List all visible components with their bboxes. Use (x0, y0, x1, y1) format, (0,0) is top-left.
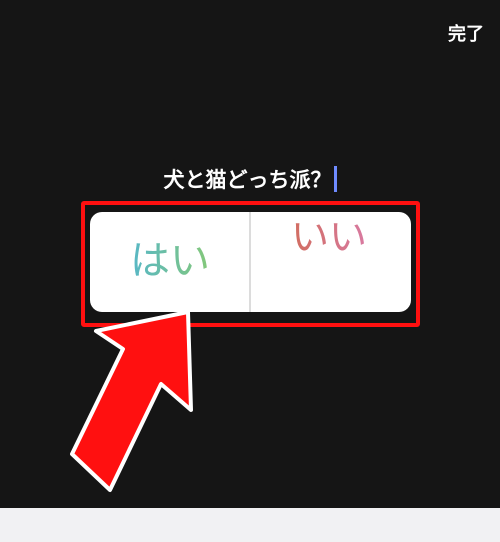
bottom-strip (0, 508, 500, 542)
arrow-up-right-icon (70, 310, 193, 492)
story-editor-screen: 完了 犬と猫どっち派？ はい いい (0, 0, 500, 508)
